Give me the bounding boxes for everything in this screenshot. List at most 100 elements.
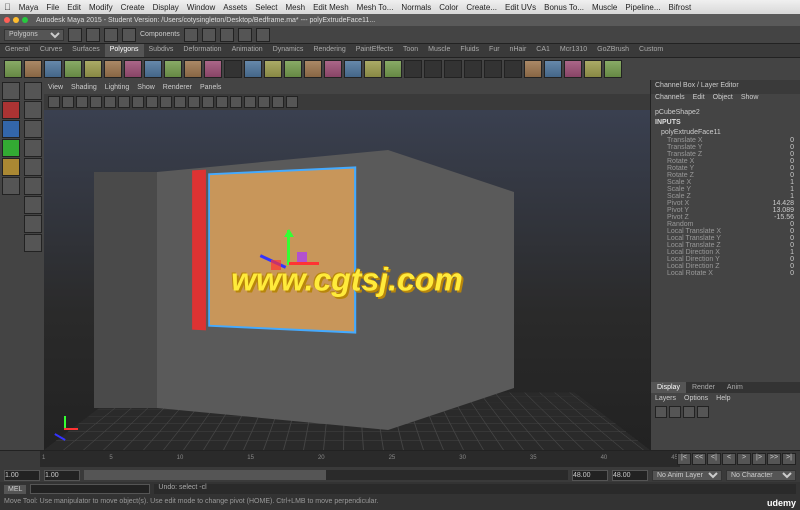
- tab-dynamics[interactable]: Dynamics: [268, 44, 309, 57]
- layer-menu-help[interactable]: Help: [716, 395, 730, 402]
- menu-normals[interactable]: Normals: [401, 3, 431, 12]
- shape-node[interactable]: pCubeShape2: [655, 108, 796, 117]
- attr-row[interactable]: Rotate Z0: [665, 172, 796, 179]
- layer-menu-options[interactable]: Options: [684, 395, 708, 402]
- attr-row[interactable]: Local Direction Y0: [665, 256, 796, 263]
- cb-menu-show[interactable]: Show: [741, 94, 759, 106]
- shelf-merge-icon[interactable]: [384, 60, 402, 78]
- layout5-icon[interactable]: [24, 234, 42, 252]
- layer-up-icon[interactable]: [683, 406, 695, 418]
- vp-btn-8[interactable]: [146, 96, 158, 108]
- shelf-platonic-icon[interactable]: [204, 60, 222, 78]
- cb-menu-channels[interactable]: Channels: [655, 94, 685, 106]
- tab-anim[interactable]: Anim: [721, 382, 749, 393]
- vp-btn-14[interactable]: [230, 96, 242, 108]
- statusbtn-4[interactable]: [122, 28, 136, 42]
- tab-render[interactable]: Render: [686, 382, 721, 393]
- tab-subdivs[interactable]: Subdivs: [144, 44, 179, 57]
- cb-menu-object[interactable]: Object: [713, 94, 733, 106]
- script-lang-selector[interactable]: MEL: [4, 485, 26, 494]
- rotate-tool-icon[interactable]: [2, 139, 20, 157]
- gizmo-y-axis[interactable]: [287, 230, 290, 265]
- statusbtn-8[interactable]: [238, 28, 252, 42]
- shelf-uv3-icon[interactable]: [564, 60, 582, 78]
- vp-menu-shading[interactable]: Shading: [71, 84, 97, 91]
- shelf-helix-icon[interactable]: [164, 60, 182, 78]
- attr-row[interactable]: Scale Z1: [665, 193, 796, 200]
- vp-btn-11[interactable]: [188, 96, 200, 108]
- vp-btn-5[interactable]: [104, 96, 116, 108]
- shelf-pipe-icon[interactable]: [144, 60, 162, 78]
- vp-btn-6[interactable]: [118, 96, 130, 108]
- attr-row[interactable]: Local Rotate X0: [665, 270, 796, 277]
- step-fwd-icon[interactable]: >>: [767, 453, 781, 465]
- apple-icon[interactable]: : [4, 2, 11, 12]
- shelf-checker2-icon[interactable]: [424, 60, 442, 78]
- anim-start-field[interactable]: [4, 470, 40, 481]
- layer-move-icon[interactable]: [669, 406, 681, 418]
- move-tool-icon[interactable]: [2, 120, 20, 138]
- vp-btn-18[interactable]: [286, 96, 298, 108]
- shelf-cube-icon[interactable]: [24, 60, 42, 78]
- layout2-icon[interactable]: [24, 177, 42, 195]
- attr-row[interactable]: Pivot Z-15.56: [665, 214, 796, 221]
- module-selector[interactable]: Polygons: [4, 29, 64, 41]
- attr-row[interactable]: Translate Y0: [665, 144, 796, 151]
- shelf-checker3-icon[interactable]: [444, 60, 462, 78]
- menu-pipeline[interactable]: Pipeline...: [625, 3, 660, 12]
- step-back-icon[interactable]: <<: [692, 453, 706, 465]
- tab-custom[interactable]: Custom: [634, 44, 668, 57]
- menu-editmesh[interactable]: Edit Mesh: [313, 3, 349, 12]
- menu-edit[interactable]: Edit: [67, 3, 81, 12]
- shelf-uv2-icon[interactable]: [544, 60, 562, 78]
- shelf-plane-icon[interactable]: [104, 60, 122, 78]
- components-toggle[interactable]: Components: [140, 31, 180, 38]
- attr-row[interactable]: Local Translate Z0: [665, 242, 796, 249]
- layer-new-icon[interactable]: [655, 406, 667, 418]
- range-start-field[interactable]: [44, 470, 80, 481]
- layout4-icon[interactable]: [24, 215, 42, 233]
- lasso-tool-icon[interactable]: [2, 101, 20, 119]
- shelf-checker5-icon[interactable]: [484, 60, 502, 78]
- anim-layer-select[interactable]: No Anim Layer: [652, 470, 722, 481]
- menu-display[interactable]: Display: [153, 3, 179, 12]
- attr-row[interactable]: Random0: [665, 221, 796, 228]
- attr-row[interactable]: Local Translate Y0: [665, 235, 796, 242]
- attr-row[interactable]: Local Translate X0: [665, 228, 796, 235]
- menu-create[interactable]: Create: [121, 3, 145, 12]
- vp-menu-view[interactable]: View: [48, 84, 63, 91]
- goto-start-icon[interactable]: |<: [677, 453, 691, 465]
- attr-row[interactable]: Pivot Y13.089: [665, 207, 796, 214]
- tab-display[interactable]: Display: [651, 382, 686, 393]
- tab-polygons[interactable]: Polygons: [105, 44, 144, 57]
- tab-rendering[interactable]: Rendering: [308, 44, 350, 57]
- statusbtn-6[interactable]: [202, 28, 216, 42]
- four-view-icon[interactable]: [24, 101, 42, 119]
- goto-end-icon[interactable]: >|: [782, 453, 796, 465]
- shelf-sphere-icon[interactable]: [4, 60, 22, 78]
- statusbtn-7[interactable]: [220, 28, 234, 42]
- menu-mesh[interactable]: Mesh: [286, 3, 306, 12]
- shelf-cone-icon[interactable]: [64, 60, 82, 78]
- prev-key-icon[interactable]: <|: [707, 453, 721, 465]
- play-back-icon[interactable]: <: [722, 453, 736, 465]
- tab-toon[interactable]: Toon: [398, 44, 423, 57]
- vp-btn-10[interactable]: [174, 96, 186, 108]
- shelf-bevel-icon[interactable]: [304, 60, 322, 78]
- vp-btn-17[interactable]: [272, 96, 284, 108]
- attr-row[interactable]: Local Direction X1: [665, 249, 796, 256]
- attr-row[interactable]: Translate X0: [665, 137, 796, 144]
- shelf-uv1-icon[interactable]: [524, 60, 542, 78]
- shelf-insert-icon[interactable]: [364, 60, 382, 78]
- attr-row[interactable]: Scale Y1: [665, 186, 796, 193]
- gizmo-xz-plane[interactable]: [271, 260, 281, 270]
- shelf-checker4-icon[interactable]: [464, 60, 482, 78]
- menu-select[interactable]: Select: [255, 3, 277, 12]
- tab-general[interactable]: General: [0, 44, 35, 57]
- menu-maya[interactable]: Maya: [19, 3, 39, 12]
- play-fwd-icon[interactable]: >: [737, 453, 751, 465]
- tab-nhair[interactable]: nHair: [505, 44, 532, 57]
- attr-row[interactable]: Pivot X14.428: [665, 200, 796, 207]
- menu-assets[interactable]: Assets: [223, 3, 247, 12]
- shelf-cylinder-icon[interactable]: [44, 60, 62, 78]
